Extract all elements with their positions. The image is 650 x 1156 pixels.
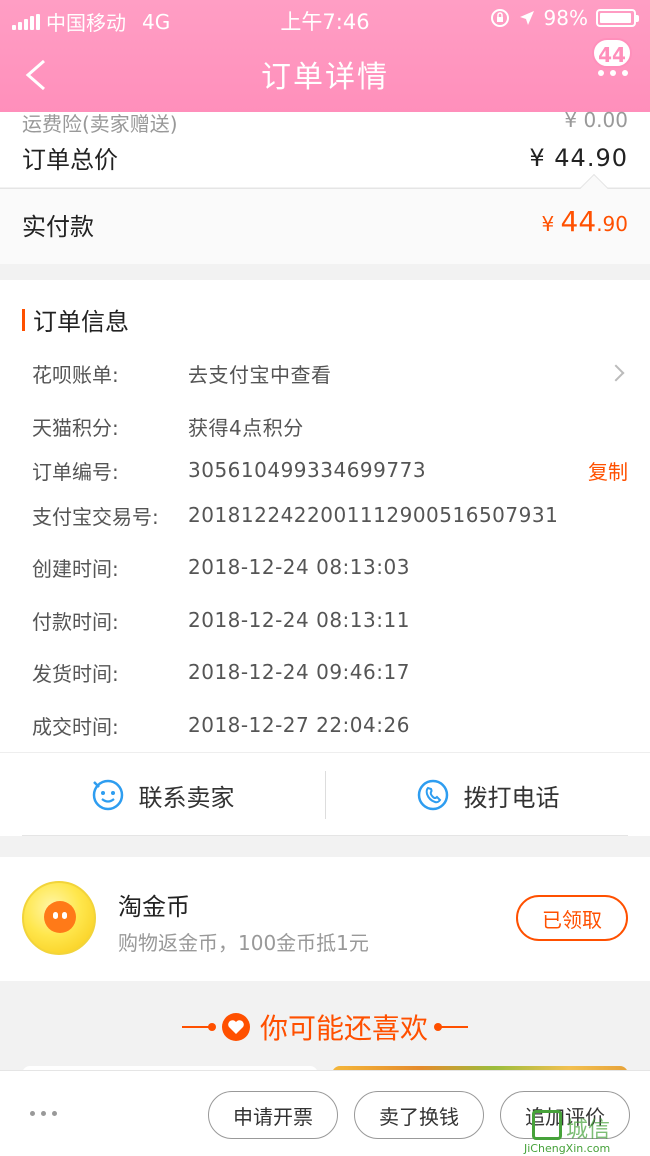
message-count-badge: 44 bbox=[592, 38, 632, 68]
contact-seller-button[interactable]: 联系卖家 bbox=[0, 753, 325, 837]
coin-claimed-button[interactable]: 已领取 bbox=[516, 895, 628, 941]
row-value: 2018-12-24 09:46:17 bbox=[188, 660, 410, 684]
row-key: 天猫积分: bbox=[32, 415, 119, 440]
actual-paid-row: 实付款 ¥ 44.90 bbox=[0, 173, 650, 264]
coin-title: 淘金币 bbox=[118, 893, 190, 921]
battery-percent: 98% bbox=[543, 6, 588, 30]
watermark-logo: 城信 JiChengXin.com bbox=[524, 1098, 644, 1155]
watermark-url: JiChengXin.com bbox=[524, 1142, 611, 1155]
more-dots-icon[interactable] bbox=[598, 70, 628, 76]
row-value: 2018-12-27 22:04:26 bbox=[188, 713, 410, 737]
order-total-label: 订单总价 bbox=[22, 146, 118, 174]
row-value: 获得4点积分 bbox=[188, 415, 304, 440]
paid-integer: 44 bbox=[560, 205, 597, 238]
watermark-text: 城信 bbox=[566, 1118, 611, 1143]
chevron-right-icon bbox=[607, 364, 625, 382]
payment-time-row: 付款时间: 2018-12-24 08:13:11 bbox=[32, 605, 628, 635]
battery-icon bbox=[596, 9, 639, 27]
order-total-value: ¥ 44.90 bbox=[529, 143, 628, 172]
row-key: 发货时间: bbox=[32, 661, 119, 686]
order-number-row: 订单编号: 305610499334699773 复制 bbox=[32, 455, 628, 485]
created-time-row: 创建时间: 2018-12-24 08:13:03 bbox=[32, 552, 628, 582]
page-title: 订单详情 bbox=[261, 60, 389, 95]
deal-time-row: 成交时间: 2018-12-27 22:04:26 bbox=[32, 710, 628, 740]
actual-paid-value: ¥ 44.90 bbox=[541, 205, 628, 238]
shipping-time-row: 发货时间: 2018-12-24 09:46:17 bbox=[32, 657, 628, 687]
call-phone-button[interactable]: 拨打电话 bbox=[325, 753, 650, 837]
contact-bar: 联系卖家 拨打电话 bbox=[0, 752, 650, 836]
phone-icon bbox=[417, 779, 448, 811]
row-key: 花呗账单: bbox=[32, 362, 119, 387]
huabei-bill-row[interactable]: 花呗账单: 去支付宝中查看 bbox=[32, 358, 628, 388]
gold-coin-icon bbox=[22, 881, 96, 955]
row-key: 成交时间: bbox=[32, 714, 119, 739]
freight-label: 运费险(卖家赠送) bbox=[22, 112, 178, 136]
order-number-value: 305610499334699773 bbox=[188, 458, 427, 482]
sell-for-cash-button[interactable]: 卖了换钱 bbox=[354, 1091, 484, 1139]
row-value: 2018-12-24 08:13:03 bbox=[188, 555, 410, 579]
order-info-title: 订单信息 bbox=[22, 302, 129, 337]
order-total-row: 订单总价 ¥ 44.90 bbox=[22, 140, 628, 175]
row-value: 2018-12-24 08:13:11 bbox=[188, 608, 410, 632]
row-key: 付款时间: bbox=[32, 609, 119, 634]
actual-paid-label: 实付款 bbox=[22, 213, 94, 241]
chat-icon bbox=[92, 779, 123, 811]
taobao-coin-section: 淘金币 购物返金币，100金币抵1元 已领取 bbox=[0, 857, 650, 981]
apply-invoice-button[interactable]: 申请开票 bbox=[208, 1091, 338, 1139]
coin-subtitle: 购物返金币，100金币抵1元 bbox=[118, 931, 369, 955]
row-key: 订单编号: bbox=[32, 459, 119, 484]
header: 中国移动 4G 上午7:46 98% 订单详情 44 bbox=[0, 0, 650, 112]
location-icon bbox=[519, 11, 534, 25]
paid-decimal: .90 bbox=[596, 212, 628, 236]
status-bar: 中国移动 4G 上午7:46 98% bbox=[0, 0, 650, 36]
freight-insurance-row: 运费险(卖家赠送) ¥ 0.00 bbox=[22, 108, 628, 137]
recommend-title: 你可能还喜欢 bbox=[0, 1007, 650, 1047]
paid-currency: ¥ bbox=[541, 212, 555, 236]
rotation-lock-icon bbox=[490, 9, 509, 27]
row-value: 去支付宝中查看 bbox=[188, 362, 332, 387]
contact-seller-label: 联系卖家 bbox=[138, 783, 235, 812]
alipay-trade-row: 支付宝交易号: 2018122422001112900516507931 bbox=[32, 500, 628, 530]
order-info-section: 订单信息 花呗账单: 去支付宝中查看 天猫积分: 获得4点积分 订单编号: 30… bbox=[0, 280, 650, 752]
freight-value: ¥ 0.00 bbox=[564, 108, 628, 132]
copy-button[interactable]: 复制 bbox=[588, 456, 628, 485]
row-key: 支付宝交易号: bbox=[32, 504, 159, 529]
more-actions-icon[interactable] bbox=[30, 1111, 57, 1116]
heart-icon bbox=[221, 1013, 250, 1041]
row-value: 2018122422001112900516507931 bbox=[188, 503, 559, 527]
price-summary: 运费险(卖家赠送) ¥ 0.00 订单总价 ¥ 44.90 bbox=[0, 108, 650, 187]
more-button[interactable]: 44 bbox=[582, 38, 632, 88]
row-key: 创建时间: bbox=[32, 556, 119, 581]
call-phone-label: 拨打电话 bbox=[463, 783, 560, 812]
tmall-points-row: 天猫积分: 获得4点积分 bbox=[32, 411, 628, 441]
